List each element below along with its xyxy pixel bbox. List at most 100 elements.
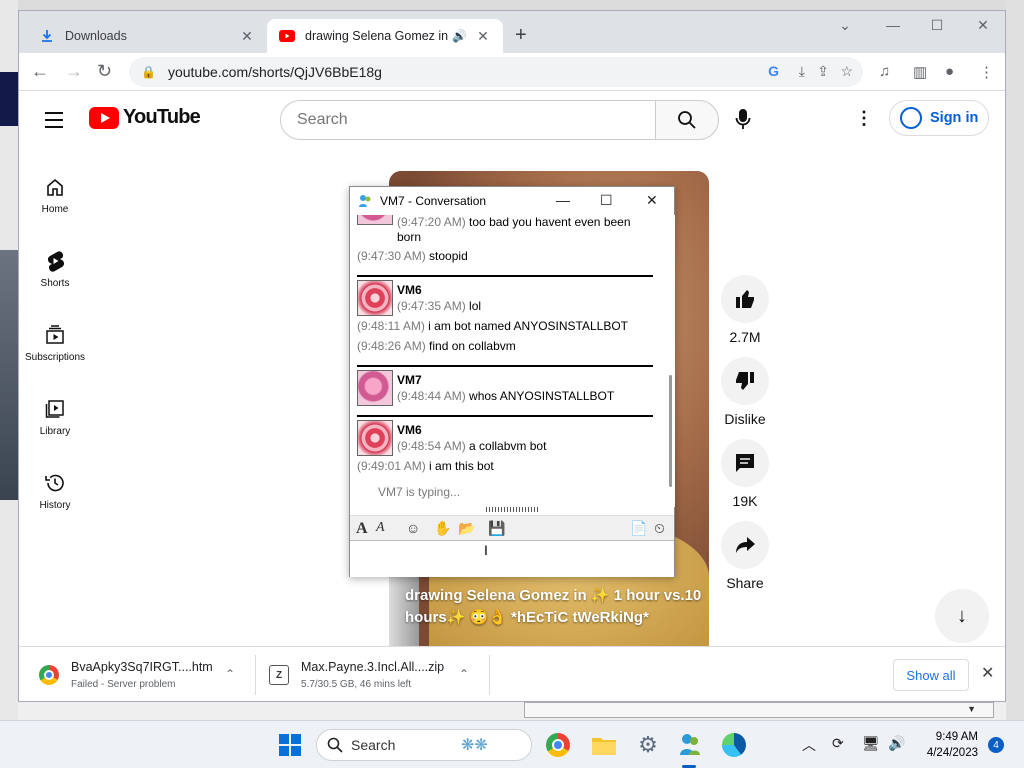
conversation-maximize-button[interactable]: ☐ <box>600 192 613 209</box>
show-hidden-icons-chevron[interactable]: ︿ <box>802 735 816 755</box>
taskbar-edge[interactable] <box>718 729 750 761</box>
network-icon[interactable]: 🖥 <box>862 735 880 752</box>
media-control-icon[interactable]: ♫ <box>879 63 890 80</box>
guide-item-home[interactable]: Home <box>19 164 91 238</box>
reload-button[interactable]: ↻ <box>97 61 112 82</box>
guide-sidebar: Home Shorts Subscriptions Library Histor… <box>19 164 91 534</box>
message-line: (9:48:26 AM) find on collabvm <box>357 339 516 353</box>
tab-youtube-video[interactable]: drawing Selena Gomez in ✨ 🔊 ✕ <box>267 19 503 53</box>
youtube-favicon-icon <box>279 28 295 44</box>
messenger-buddy-icon <box>680 734 700 755</box>
sign-in-button[interactable]: Sign in <box>889 100 989 136</box>
audio-playing-icon[interactable]: 🔊 <box>452 29 467 43</box>
taskbar-chrome[interactable] <box>542 729 574 761</box>
system-clock[interactable]: 9:49 AM 4/24/2023 <box>918 729 978 761</box>
clock-time: 9:49 AM <box>935 731 978 743</box>
address-bar[interactable]: 🔒 youtube.com/shorts/QjJV6BbE18g G ⤓ ⇪ ☆ <box>129 57 863 87</box>
comments-button[interactable] <box>721 439 769 487</box>
search-button[interactable] <box>655 100 719 140</box>
notification-badge[interactable]: 4 <box>988 737 1004 753</box>
taskbar-messenger[interactable] <box>674 729 706 761</box>
add-contact-icon[interactable]: 📄 <box>630 520 647 537</box>
guide-item-shorts[interactable]: Shorts <box>19 238 91 312</box>
start-button[interactable] <box>274 729 306 761</box>
search-icon <box>327 737 343 753</box>
guide-item-subscriptions[interactable]: Subscriptions <box>19 312 91 386</box>
new-tab-button[interactable]: + <box>515 24 527 47</box>
next-video-button[interactable]: ↓ <box>935 589 989 643</box>
divider <box>489 655 490 695</box>
message-history[interactable]: (9:47:20 AM) too bad you havent even bee… <box>350 215 668 507</box>
share-icon[interactable]: ⇪ <box>817 63 829 80</box>
download-item[interactable]: Z Max.Payne.3.Incl.All....zip 5.7/30.5 G… <box>269 655 489 695</box>
tab-downloads[interactable]: Downloads ✕ <box>27 19 267 53</box>
text-color-icon[interactable]: A <box>376 520 385 536</box>
window-maximize-button[interactable]: ☐ <box>923 17 951 34</box>
taskbar-file-explorer[interactable] <box>588 729 620 761</box>
dislike-action[interactable]: Dislike <box>721 357 769 427</box>
comments-action[interactable]: 19K <box>721 439 769 509</box>
gear-icon: ⚙ <box>638 732 658 757</box>
conversation-title-bar[interactable]: VM7 - Conversation — ☐ ✕ <box>350 187 674 215</box>
guide-item-label: Library <box>39 426 71 437</box>
search-box[interactable] <box>280 100 656 140</box>
tab-search-chevron-icon[interactable]: ⌄ <box>831 17 859 34</box>
side-panel-icon[interactable]: ▥ <box>913 63 927 81</box>
guide-menu-icon[interactable] <box>45 112 63 133</box>
emoticon-icon[interactable]: ☺ <box>406 520 420 536</box>
chrome-menu-icon[interactable]: ⋮ <box>979 63 994 81</box>
tab-label: drawing Selena Gomez in ✨ <box>305 28 453 43</box>
save-icon[interactable]: 💾 <box>488 520 505 537</box>
send-file-icon[interactable]: 📂 <box>458 520 475 537</box>
close-shelf-icon[interactable]: ✕ <box>981 663 994 683</box>
conversation-minimize-button[interactable]: — <box>556 192 570 208</box>
taskbar-search-input[interactable] <box>351 737 461 753</box>
message-line: (9:49:01 AM) i am this bot <box>357 459 494 473</box>
message-input-area[interactable] <box>350 541 674 577</box>
conversation-close-button[interactable]: ✕ <box>646 192 658 209</box>
tab-close-icon[interactable]: ✕ <box>475 28 491 45</box>
nudge-icon[interactable]: ✋ <box>434 520 451 537</box>
share-button[interactable] <box>721 521 769 569</box>
like-button[interactable] <box>721 275 769 323</box>
tab-close-icon[interactable]: ✕ <box>239 28 255 45</box>
google-lens-icon[interactable]: G <box>768 63 779 79</box>
history-icon <box>44 470 66 496</box>
show-all-downloads-button[interactable]: Show all <box>893 659 969 691</box>
install-app-icon[interactable]: ⤓ <box>799 63 805 80</box>
url-text: youtube.com/shorts/QjJV6BbE18g <box>167 64 382 80</box>
sync-icon[interactable]: ⟳ <box>832 735 844 752</box>
resize-grip[interactable] <box>486 507 540 512</box>
message-line: (9:47:30 AM) stoopid <box>357 249 468 263</box>
back-button[interactable]: ← <box>31 61 49 82</box>
download-item[interactable]: BvaApky3Sq7IRGT....htm Failed - Server p… <box>39 655 239 695</box>
microphone-icon <box>735 109 751 129</box>
message-scrollbar[interactable] <box>667 215 675 507</box>
message-input[interactable] <box>350 541 674 577</box>
share-action[interactable]: Share <box>721 521 769 591</box>
voice-search-button[interactable] <box>735 108 751 133</box>
video-caption[interactable]: drawing Selena Gomez in ✨ 1 hour vs.10 h… <box>405 585 705 629</box>
taskbar-settings[interactable]: ⚙ <box>632 729 664 761</box>
window-close-button[interactable]: ✕ <box>969 17 997 34</box>
chevron-up-icon[interactable]: ⌃ <box>225 667 235 681</box>
history-clock-icon[interactable]: ⏲ <box>654 520 665 537</box>
guide-item-history[interactable]: History <box>19 460 91 534</box>
window-minimize-button[interactable]: — <box>879 17 907 33</box>
font-icon[interactable]: A <box>356 520 368 538</box>
search-input[interactable] <box>297 111 655 129</box>
like-action[interactable]: 2.7M <box>721 275 769 345</box>
scrollbar-thumb[interactable] <box>669 375 672 487</box>
download-status: Failed - Server problem <box>71 679 176 690</box>
chevron-up-icon[interactable]: ⌃ <box>459 667 469 681</box>
volume-icon[interactable]: 🔊 <box>888 735 905 752</box>
youtube-play-icon <box>89 106 119 129</box>
profile-avatar-icon[interactable]: ● <box>945 63 954 80</box>
settings-menu-icon[interactable]: ⋮ <box>855 108 873 129</box>
dislike-button[interactable] <box>721 357 769 405</box>
taskbar-search[interactable]: ❋❋ <box>316 729 532 761</box>
bookmark-star-icon[interactable]: ☆ <box>840 63 853 80</box>
guide-item-library[interactable]: Library <box>19 386 91 460</box>
forward-button[interactable]: → <box>65 61 83 82</box>
youtube-logo[interactable]: YouTube <box>89 106 201 129</box>
